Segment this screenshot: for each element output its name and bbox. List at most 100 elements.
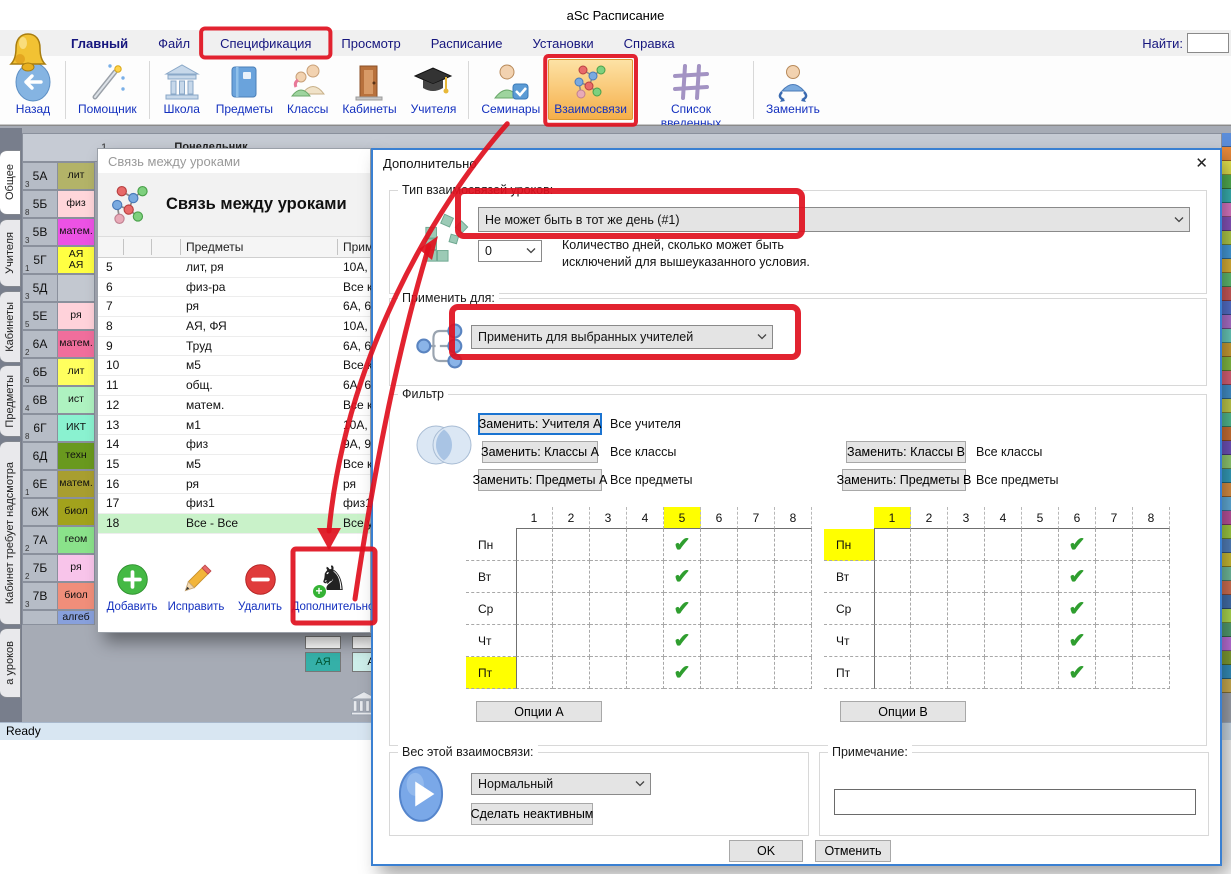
grid-b-cell-Чт-2[interactable] — [911, 625, 948, 657]
grid-b-cell-Пт-2[interactable] — [911, 657, 948, 689]
grid-a-cell-Пн-7[interactable] — [738, 529, 775, 561]
grid-a-column-header-7[interactable]: 7 — [738, 507, 775, 529]
make-inactive-button[interactable]: Сделать неактивным — [471, 803, 593, 825]
grid-a-day-label-Чт[interactable]: Чт — [466, 625, 516, 657]
grid-b-day-label-Пн[interactable]: Пн — [824, 529, 874, 561]
grid-a-column-header-3[interactable]: 3 — [590, 507, 627, 529]
grid-b-cell-Ср-3[interactable] — [948, 593, 985, 625]
grid-a-column-header-8[interactable]: 8 — [775, 507, 812, 529]
grid-b-day-label-Ср[interactable]: Ср — [824, 593, 874, 625]
column-subjects[interactable]: Предметы — [186, 240, 243, 254]
grid-b-cell-Ср-2[interactable] — [911, 593, 948, 625]
class-cell[interactable]: 6Д — [22, 442, 58, 470]
lesson-cell[interactable]: биол — [58, 582, 95, 610]
toolbar-button-6[interactable]: Классы — [281, 59, 334, 120]
column-note[interactable]: Прим — [343, 240, 373, 254]
replace-a-button-0[interactable]: Заменить: Учителя А — [478, 413, 602, 435]
class-cell[interactable]: 7В3 — [22, 582, 58, 610]
class-cell[interactable]: 5А3 — [22, 162, 58, 190]
grid-b-cell-Вт-3[interactable] — [948, 561, 985, 593]
lesson-cell[interactable]: АЯ АЯ — [58, 246, 95, 274]
grid-b-column-header-4[interactable]: 4 — [985, 507, 1022, 529]
lesson-cell[interactable]: матем. — [58, 330, 95, 358]
lesson-cell[interactable]: лит — [58, 162, 95, 190]
toolbar-button-5[interactable]: Предметы — [210, 59, 279, 120]
grid-b-cell-Ср-4[interactable] — [985, 593, 1022, 625]
class-cell[interactable]: 6Ж — [22, 498, 58, 526]
grid-a-cell-Пт-4[interactable] — [627, 657, 664, 689]
grid-b-cell-Пн-2[interactable] — [911, 529, 948, 561]
grid-b-cell-Вт-4[interactable] — [985, 561, 1022, 593]
lesson-cell[interactable] — [58, 274, 95, 302]
grid-a-cell-Чт-6[interactable] — [701, 625, 738, 657]
lesson-cell[interactable]: алгеб — [58, 610, 95, 625]
lesson-cell[interactable]: лит — [58, 358, 95, 386]
grid-b-cell-Пт-3[interactable] — [948, 657, 985, 689]
side-tab-5[interactable]: а уроков — [0, 628, 21, 698]
menu-item-4[interactable]: Расписание — [416, 31, 518, 56]
delete-link-button[interactable]: Удалить — [228, 559, 292, 613]
grid-a-cell-Вт-6[interactable] — [701, 561, 738, 593]
grid-a-column-header-1[interactable]: 1 — [516, 507, 553, 529]
grid-a-cell-Пн-1[interactable] — [516, 529, 553, 561]
link-list-row[interactable]: 11общ.6А, 6 — [98, 376, 370, 396]
lesson-cell[interactable]: матем. — [58, 218, 95, 246]
link-list-row[interactable]: 17физ1физ1 — [98, 494, 370, 514]
grid-b-cell-Пн-8[interactable] — [1133, 529, 1170, 561]
grid-b-cell-Вт-6[interactable]: ✔ — [1059, 561, 1096, 593]
grid-a-cell-Вт-5[interactable]: ✔ — [664, 561, 701, 593]
grid-b-cell-Вт-8[interactable] — [1133, 561, 1170, 593]
lesson-cell[interactable]: геом — [58, 526, 95, 554]
link-list-row[interactable]: 16ряря — [98, 475, 370, 495]
replace-b-button-1[interactable]: Заменить: Предметы B — [842, 469, 966, 491]
grid-b-cell-Ср-6[interactable]: ✔ — [1059, 593, 1096, 625]
class-cell[interactable]: 6А2 — [22, 330, 58, 358]
grid-b-cell-Пн-6[interactable]: ✔ — [1059, 529, 1096, 561]
class-cell[interactable]: 5Б8 — [22, 190, 58, 218]
grid-b-column-header-3[interactable]: 3 — [948, 507, 985, 529]
grid-b-column-header-5[interactable]: 5 — [1022, 507, 1059, 529]
menu-item-1[interactable]: Файл — [143, 31, 205, 56]
grid-a-cell-Ср-7[interactable] — [738, 593, 775, 625]
grid-b-cell-Ср-8[interactable] — [1133, 593, 1170, 625]
grid-b-cell-Чт-4[interactable] — [985, 625, 1022, 657]
class-cell[interactable]: 5В3 — [22, 218, 58, 246]
grid-b-cell-Чт-8[interactable] — [1133, 625, 1170, 657]
grid-a-cell-Пт-1[interactable] — [516, 657, 553, 689]
grid-b-cell-Пт-7[interactable] — [1096, 657, 1133, 689]
grid-b-day-label-Вт[interactable]: Вт — [824, 561, 874, 593]
class-cell[interactable]: 6Е1 — [22, 470, 58, 498]
grid-b-cell-Вт-5[interactable] — [1022, 561, 1059, 593]
grid-a-cell-Пт-5[interactable]: ✔ — [664, 657, 701, 689]
link-list-row[interactable]: 12матем.Все к — [98, 396, 370, 416]
grid-a-cell-Ср-1[interactable] — [516, 593, 553, 625]
grid-a-column-header-6[interactable]: 6 — [701, 507, 738, 529]
toolbar-button-7[interactable]: Кабинеты — [336, 59, 402, 120]
link-list-row[interactable]: 18Все - ВсеВсе у — [98, 514, 370, 534]
grid-b-column-header-8[interactable]: 8 — [1133, 507, 1170, 529]
toolbar-button-14[interactable]: Заменить — [760, 59, 826, 120]
class-cell[interactable] — [22, 610, 58, 625]
edit-link-button[interactable]: Исправить — [164, 559, 228, 613]
grid-a-cell-Ср-4[interactable] — [627, 593, 664, 625]
grid-b-column-header-7[interactable]: 7 — [1096, 507, 1133, 529]
cancel-button[interactable]: Отменить — [815, 840, 891, 862]
side-tab-3[interactable]: Предметы — [0, 365, 21, 437]
grid-b-day-label-Чт[interactable]: Чт — [824, 625, 874, 657]
link-list-row[interactable]: 10м5Все к — [98, 356, 370, 376]
lesson-cell[interactable]: ря — [58, 554, 95, 582]
grid-a-cell-Чт-4[interactable] — [627, 625, 664, 657]
grid-a-cell-Пн-5[interactable]: ✔ — [664, 529, 701, 561]
relation-type-select[interactable]: Не может быть в тот же день (#1) — [478, 207, 1190, 232]
grid-a-cell-Чт-5[interactable]: ✔ — [664, 625, 701, 657]
grid-a-cell-Ср-2[interactable] — [553, 593, 590, 625]
grid-b-cell-Ср-7[interactable] — [1096, 593, 1133, 625]
grid-b-cell-Пн-1[interactable] — [874, 529, 911, 561]
grid-b-cell-Вт-2[interactable] — [911, 561, 948, 593]
grid-b-cell-Ср-1[interactable] — [874, 593, 911, 625]
toolbar-button-2[interactable]: Помощник — [72, 59, 143, 120]
grid-a-cell-Пт-8[interactable] — [775, 657, 812, 689]
replace-a-button-2[interactable]: Заменить: Предметы А — [478, 469, 602, 491]
grid-b-cell-Пн-4[interactable] — [985, 529, 1022, 561]
apply-for-select[interactable]: Применить для выбранных учителей — [471, 325, 773, 349]
